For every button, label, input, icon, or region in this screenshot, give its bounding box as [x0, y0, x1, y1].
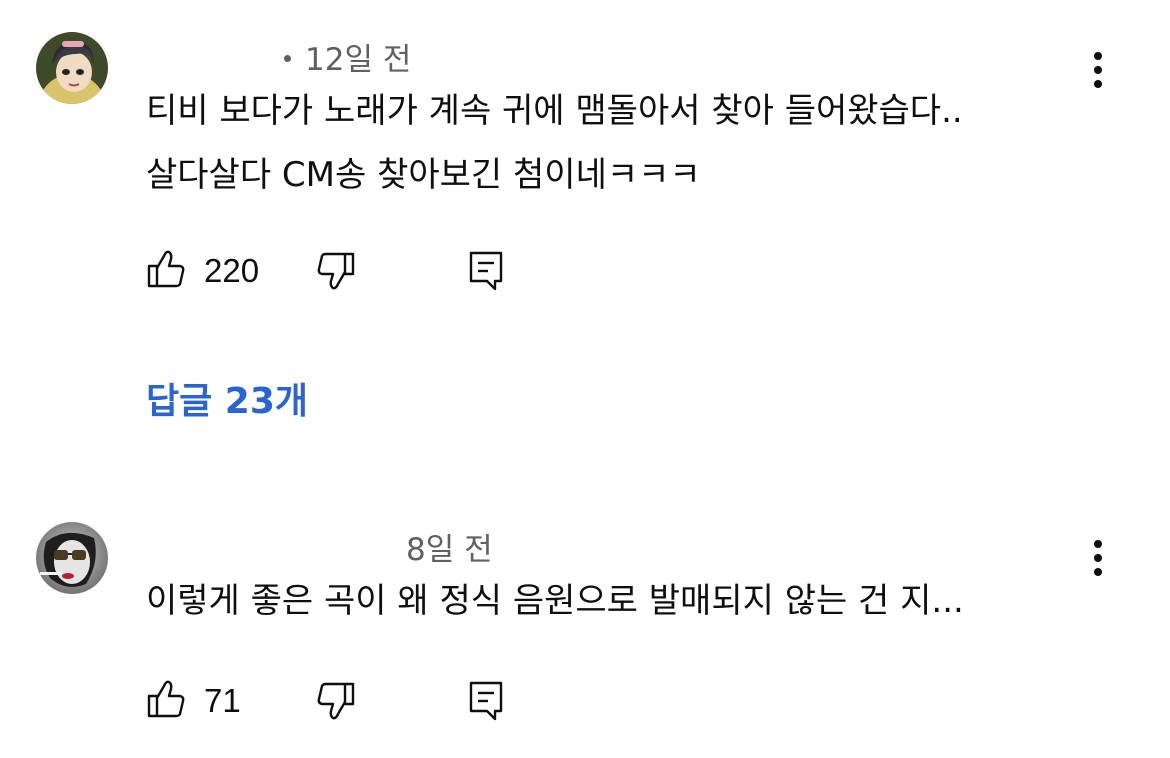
comment-2: 8일 전 이렇게 좋은 곡이 왜 정식 음원으로 발매되지 않는 건 지... … — [0, 480, 1170, 758]
separator-dot — [284, 55, 291, 62]
reply-button[interactable] — [468, 250, 504, 296]
like-button[interactable]: 220 — [146, 248, 259, 294]
comment-time: 12일 전 — [305, 42, 412, 78]
like-count: 71 — [204, 682, 241, 719]
reply-icon — [468, 680, 504, 726]
comment-text-line: 이렇게 좋은 곡이 왜 정식 음원으로 발매되지 않는 건 지... — [146, 581, 964, 621]
thumbs-down-icon — [316, 250, 356, 296]
comment-1: 12일 전 티비 보다가 노래가 계속 귀에 맴돌아서 찾아 들어왔습다.. 살… — [0, 0, 1170, 480]
photo-avatar-icon[interactable] — [36, 522, 108, 594]
reply-button[interactable] — [468, 680, 504, 726]
like-button[interactable]: 71 — [146, 678, 241, 724]
comment-time: 8일 전 — [406, 532, 493, 568]
replies-toggle[interactable]: 답글 23개 — [146, 372, 308, 424]
comment-meta: 8일 전 — [406, 524, 493, 569]
thumbs-up-icon — [146, 248, 186, 294]
comment-text: 이렇게 좋은 곡이 왜 정식 음원으로 발매되지 않는 건 지... — [146, 574, 1096, 628]
comment-text-line: 티비 보다가 노래가 계속 귀에 맴돌아서 찾아 들어왔습다.. — [146, 91, 963, 131]
reply-icon — [468, 250, 504, 296]
comment-meta: 12일 전 — [284, 34, 411, 79]
dislike-button[interactable] — [316, 680, 356, 726]
like-count: 220 — [204, 252, 260, 289]
comment-text-line: 살다살다 CM송 찾아보긴 첨이네ㅋㅋㅋ — [146, 155, 701, 195]
thumbs-up-icon — [146, 678, 186, 724]
cartoon-avatar-icon[interactable] — [36, 32, 108, 104]
comment-text: 티비 보다가 노래가 계속 귀에 맴돌아서 찾아 들어왔습다.. 살다살다 CM… — [146, 84, 1096, 202]
thumbs-down-icon — [316, 680, 356, 726]
dislike-button[interactable] — [316, 250, 356, 296]
